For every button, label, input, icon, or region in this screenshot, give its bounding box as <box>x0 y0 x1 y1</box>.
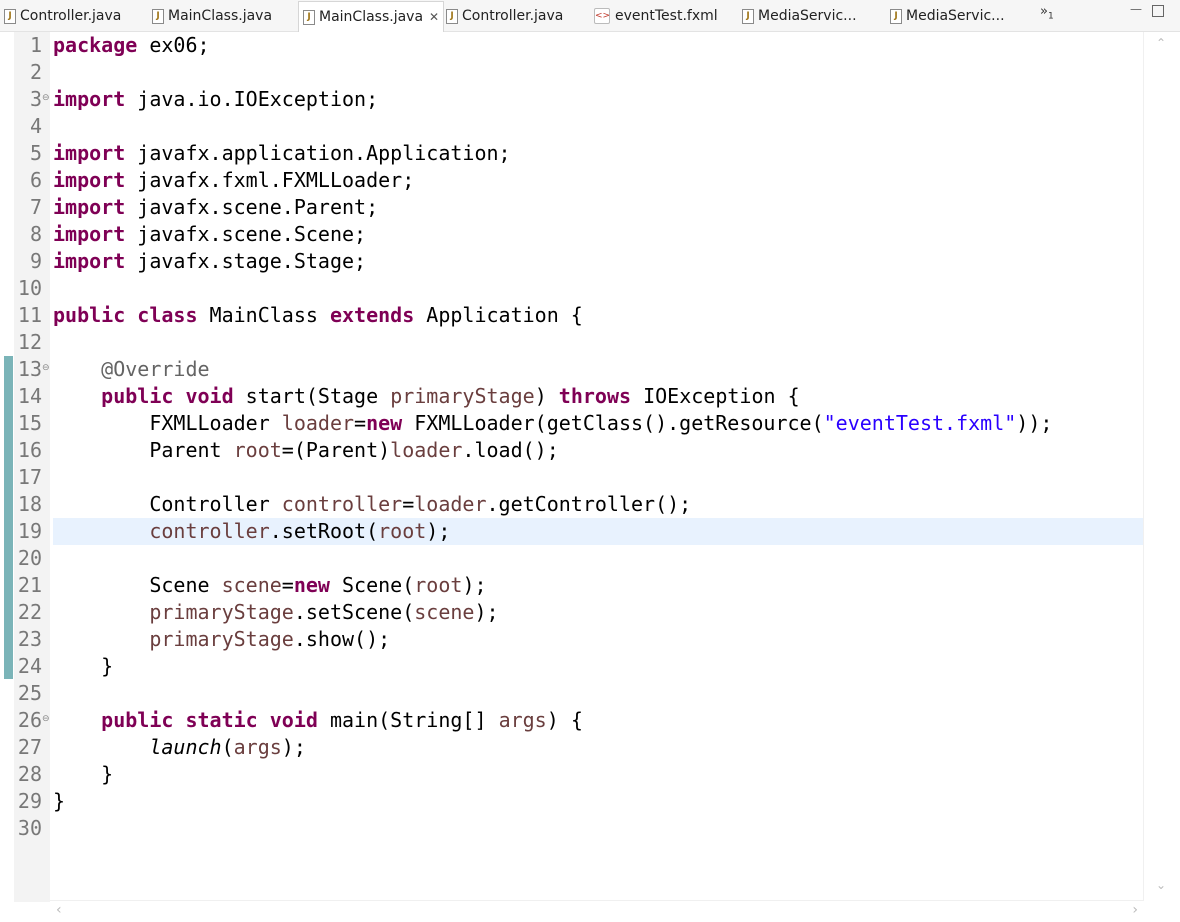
code-line[interactable]: import javafx.scene.Scene; <box>53 221 366 248</box>
line-number: 2 <box>29 60 42 84</box>
line-number: 18 <box>17 492 42 516</box>
code-line[interactable]: import javafx.stage.Stage; <box>53 248 366 275</box>
editor-tab[interactable]: J Controller.java <box>4 2 121 30</box>
line-number: 14 <box>17 384 42 408</box>
line-number: 12 <box>17 330 42 354</box>
quick-diff-change-bar <box>4 356 13 679</box>
code-line[interactable]: } <box>53 788 65 815</box>
fold-collapse-icon[interactable]: ⊖ <box>42 86 50 110</box>
code-line[interactable]: public static void main(String[] args) { <box>53 707 583 734</box>
code-line[interactable]: import javafx.application.Application; <box>53 140 511 167</box>
java-file-icon: J <box>303 9 315 25</box>
code-line[interactable]: Controller controller=loader.getControll… <box>53 491 691 518</box>
line-number: 27 <box>17 735 42 759</box>
line-number: 17 <box>17 465 42 489</box>
tab-label: Controller.java <box>462 8 564 24</box>
line-number: 19 <box>17 519 42 543</box>
code-line[interactable]: package ex06; <box>53 32 210 59</box>
code-line[interactable]: } <box>53 653 113 680</box>
code-line[interactable]: launch(args); <box>53 734 306 761</box>
scroll-right-icon[interactable]: › <box>1132 902 1138 918</box>
tab-label: eventTest.fxml <box>615 8 718 24</box>
editor-tab[interactable]: J Controller.java <box>446 2 563 30</box>
line-number: 30 <box>17 816 42 840</box>
java-file-icon: J <box>890 8 902 24</box>
xml-file-icon: <> <box>594 8 610 24</box>
close-tab-icon[interactable]: ✕ <box>429 10 439 24</box>
code-line[interactable]: public void start(Stage primaryStage) th… <box>53 383 799 410</box>
code-line[interactable]: @Override <box>53 356 209 383</box>
scroll-down-icon[interactable]: ⌄ <box>1156 878 1166 892</box>
code-line[interactable]: } <box>53 761 113 788</box>
line-number: 6 <box>29 168 42 192</box>
line-number: 7 <box>29 195 42 219</box>
vertical-scrollbar[interactable]: ⌃ ⌄ <box>1143 32 1180 902</box>
line-number: 5 <box>29 141 42 165</box>
line-number: 4 <box>29 114 42 138</box>
code-line[interactable]: primaryStage.setScene(scene); <box>53 599 498 626</box>
code-line[interactable]: controller.setRoot(root); <box>53 518 450 545</box>
code-line[interactable]: import javafx.fxml.FXMLLoader; <box>53 167 414 194</box>
editor-tab[interactable]: J MediaServic... <box>742 2 857 30</box>
line-number: 26 <box>17 708 42 732</box>
line-number: 24 <box>17 654 42 678</box>
tab-label: Controller.java <box>20 8 122 24</box>
editor-tab[interactable]: <> eventTest.fxml <box>594 2 718 30</box>
maximize-icon[interactable] <box>1152 5 1164 17</box>
java-file-icon: J <box>742 8 754 24</box>
code-line[interactable]: public class MainClass extends Applicati… <box>53 302 583 329</box>
tab-label: MediaServic... <box>906 8 1005 24</box>
line-number: 10 <box>17 276 42 300</box>
editor-tab-bar: J Controller.java J MainClass.java J MainClas… <box>0 0 1180 32</box>
scroll-left-icon[interactable]: ‹ <box>56 902 62 918</box>
line-number: 9 <box>29 249 42 273</box>
fold-collapse-icon[interactable]: ⊖ <box>42 356 50 380</box>
line-number: 16 <box>17 438 42 462</box>
java-file-icon: J <box>4 8 16 24</box>
line-number: 15 <box>17 411 42 435</box>
editor-tab[interactable]: J MediaServic... <box>890 2 1005 30</box>
overflow-icon: » <box>1040 4 1048 19</box>
line-number: 25 <box>17 681 42 705</box>
code-editor[interactable]: 1 package ex06; 2 3 ⊖ import java.io.IOExcept… <box>0 32 1180 922</box>
code-line[interactable]: FXMLLoader loader=new FXMLLoader(getClas… <box>53 410 1052 437</box>
code-line[interactable]: import java.io.IOException; <box>53 86 378 113</box>
line-number: 8 <box>29 222 42 246</box>
code-line[interactable]: primaryStage.show(); <box>53 626 390 653</box>
code-line[interactable]: import javafx.scene.Parent; <box>53 194 378 221</box>
tab-label: MainClass.java <box>319 9 424 25</box>
horizontal-scrollbar[interactable]: ‹ › <box>50 900 1144 921</box>
tab-label: MediaServic... <box>758 8 857 24</box>
java-file-icon: J <box>446 8 458 24</box>
line-number: 22 <box>17 600 42 624</box>
minimize-icon[interactable]: — <box>1130 2 1142 16</box>
line-number: 28 <box>17 762 42 786</box>
tab-overflow-button[interactable]: »1 <box>1040 4 1054 22</box>
line-number: 13 <box>17 357 42 381</box>
java-file-icon: J <box>152 8 164 24</box>
line-number: 20 <box>17 546 42 570</box>
editor-tab[interactable]: J MainClass.java ✕ <box>298 1 445 32</box>
line-number: 23 <box>17 627 42 651</box>
scroll-up-icon[interactable]: ⌃ <box>1156 36 1166 50</box>
line-number: 21 <box>17 573 42 597</box>
line-number: 11 <box>17 303 42 327</box>
line-number: 3 <box>29 87 42 111</box>
tab-label: MainClass.java <box>168 8 273 24</box>
editor-tab[interactable]: J MainClass.java <box>152 2 272 30</box>
line-number: 29 <box>17 789 42 813</box>
code-line[interactable]: Scene scene=new Scene(root); <box>53 572 486 599</box>
fold-collapse-icon[interactable]: ⊖ <box>42 707 50 731</box>
line-number: 1 <box>29 33 42 57</box>
code-line[interactable]: Parent root=(Parent)loader.load(); <box>53 437 558 464</box>
overflow-count: 1 <box>1047 11 1054 22</box>
